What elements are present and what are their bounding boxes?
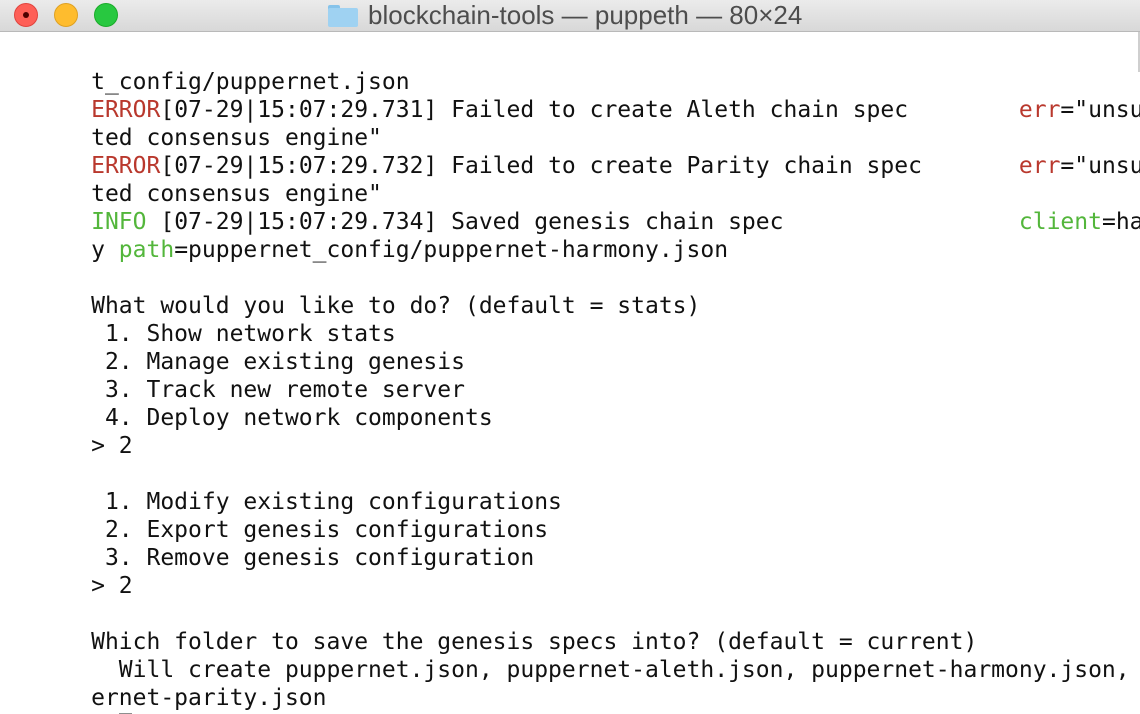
menu-option: 1. Modify existing configurations <box>8 460 562 515</box>
log-key: client <box>1018 209 1102 235</box>
output-text: > 2 <box>91 573 133 599</box>
terminal-line: ted consensus engine" <box>8 152 382 207</box>
maximize-icon[interactable] <box>94 3 118 27</box>
folder-icon <box>328 4 358 28</box>
menu-option: 3. Remove genesis configuration <box>8 516 534 571</box>
log-key: err <box>1018 97 1061 123</box>
terminal-line: ted consensus engine" <box>8 96 382 151</box>
log-value: ="unsuppor <box>1060 97 1140 123</box>
folder-body <box>328 7 358 27</box>
output-text: y <box>91 237 119 263</box>
minimize-icon[interactable] <box>54 3 78 27</box>
log-key: path <box>118 237 175 263</box>
command-prompt[interactable]: > <box>8 684 132 714</box>
menu-option: 3. Track new remote server <box>8 348 465 403</box>
prompt-question: What would you like to do? (default = st… <box>8 264 700 319</box>
window-title: blockchain-tools — puppeth — 80×24 <box>368 0 803 30</box>
terminal-line: y path=puppernet_config/puppernet-harmon… <box>8 208 728 263</box>
terminal-line: ERROR[07-29|15:07:29.731] Failed to crea… <box>8 68 1140 123</box>
title-bar[interactable]: blockchain-tools — puppeth — 80×24 <box>0 0 1140 32</box>
log-value: =harmon <box>1101 209 1140 235</box>
output-text: 4. Deploy network components <box>91 405 493 431</box>
menu-option: 1. Show network stats <box>8 292 396 347</box>
log-key: err <box>1018 153 1061 179</box>
output-text: 3. Remove genesis configuration <box>91 545 535 571</box>
log-value: =puppernet_config/puppernet-harmony.json <box>174 237 729 263</box>
terminal-output[interactable]: t_config/puppernet.json ERROR[07-29|15:0… <box>0 40 1140 714</box>
terminal-line: t_config/puppernet.json <box>8 40 410 95</box>
menu-option: 2. Export genesis configurations <box>8 488 548 543</box>
close-icon[interactable] <box>14 3 38 27</box>
terminal-line: ernet-parity.json <box>8 656 326 711</box>
terminal-line: Will create puppernet.json, puppernet-al… <box>8 628 1140 683</box>
window-title-group: blockchain-tools — puppeth — 80×24 <box>328 0 802 31</box>
terminal-line: INFO [07-29|15:07:29.734] Saved genesis … <box>8 180 1140 235</box>
output-text: > 2 <box>91 433 133 459</box>
close-dot <box>23 12 29 18</box>
user-input: > 2 <box>8 404 133 459</box>
menu-option: 2. Manage existing genesis <box>8 320 465 375</box>
prompt-question: Which folder to save the genesis specs i… <box>8 600 977 655</box>
terminal-window: blockchain-tools — puppeth — 80×24 t_con… <box>0 0 1140 714</box>
user-input: > 2 <box>8 544 133 599</box>
menu-option: 4. Deploy network components <box>8 376 493 431</box>
terminal-line: ERROR[07-29|15:07:29.732] Failed to crea… <box>8 124 1140 179</box>
log-value: ="unsuppor <box>1060 153 1140 179</box>
